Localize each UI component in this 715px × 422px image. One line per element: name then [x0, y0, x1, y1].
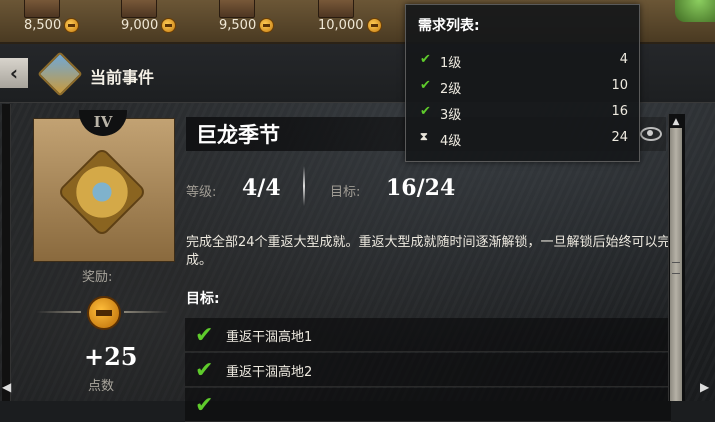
target-value: 16/24: [386, 175, 456, 201]
target-label: 目标:: [330, 185, 361, 200]
coin-icon: [161, 18, 177, 33]
requirement-count: 16: [611, 104, 628, 119]
goal-row[interactable]: ✔: [185, 388, 671, 422]
coin-icon: [259, 18, 275, 33]
checkmark-icon: ✔: [195, 393, 214, 418]
level-label: 等级:: [186, 185, 217, 200]
reward-unit: 点数: [88, 379, 115, 394]
level-value: 4/4: [242, 175, 281, 201]
cost-item[interactable]: 8,500: [24, 0, 80, 33]
requirement-count: 4: [619, 52, 628, 67]
requirement-level: 3级: [440, 108, 462, 123]
chest-icon: [121, 0, 157, 18]
eye-icon[interactable]: [640, 127, 662, 141]
goal-row[interactable]: ✔ 重返干涸高地2: [185, 353, 671, 387]
cost-value: 8,500: [24, 18, 62, 33]
cost-value: 10,000: [318, 18, 364, 33]
chest-icon: [219, 0, 255, 18]
coin-icon: [64, 18, 80, 33]
cost-item[interactable]: 9,500: [219, 0, 275, 33]
cost-value: 9,000: [121, 18, 159, 33]
reward-value: +25: [84, 342, 138, 371]
requirements-tooltip: 需求列表: ✔ 1级 4 ✔ 2级 10 ✔ 3级 16 ⧗ 4级 24: [405, 4, 640, 162]
divider: [303, 166, 305, 206]
scroll-up-arrow-icon[interactable]: ▲: [670, 116, 682, 128]
goals-heading: 目标:: [186, 291, 220, 307]
event-description: 完成全部24个重返大型成就。重返大型成就随时间逐渐解锁，一旦解锁后始终可以完成。: [186, 235, 671, 268]
checkmark-icon: ✔: [420, 104, 431, 119]
requirement-row: ✔ 2级 10: [418, 77, 630, 97]
reward-label: 奖励:: [82, 270, 113, 285]
coin-icon: [87, 296, 121, 330]
goal-label: 重返干涸高地1: [226, 330, 313, 345]
requirement-row: ✔ 1级 4: [418, 51, 630, 71]
cost-item[interactable]: 10,000: [318, 0, 382, 33]
hourglass-icon: ⧗: [420, 130, 428, 143]
scroll-right-arrow-icon[interactable]: ▶: [700, 380, 709, 394]
requirement-level: 4级: [440, 134, 462, 149]
requirement-count: 24: [611, 130, 628, 145]
page-title: 当前事件: [90, 68, 155, 87]
requirement-row: ⧗ 4级 24: [418, 129, 630, 149]
goal-row[interactable]: ✔ 重返干涸高地1: [185, 318, 671, 352]
chest-icon: [24, 0, 60, 18]
map-icon[interactable]: [675, 0, 715, 22]
left-scrollbar[interactable]: [2, 104, 11, 401]
checkmark-icon: ✔: [195, 358, 214, 383]
checkmark-icon: ✔: [420, 52, 431, 67]
divider: [124, 311, 169, 313]
goal-label: 重返干涸高地2: [226, 365, 313, 380]
back-button[interactable]: ‹: [0, 58, 28, 88]
event-title: 巨龙季节: [196, 123, 280, 147]
scrollbar-grip-icon: [672, 262, 680, 274]
cost-item[interactable]: 9,000: [121, 0, 177, 33]
requirement-level: 1级: [440, 56, 462, 71]
requirement-row: ✔ 3级 16: [418, 103, 630, 123]
tooltip-title: 需求列表:: [418, 18, 480, 34]
coin-icon: [366, 18, 382, 33]
requirement-level: 2级: [440, 82, 462, 97]
divider: [36, 311, 81, 313]
scroll-left-arrow-icon[interactable]: ◀: [2, 380, 11, 394]
event-icon: [37, 51, 83, 97]
checkmark-icon: ✔: [195, 323, 214, 348]
cost-value: 9,500: [219, 18, 257, 33]
checkmark-icon: ✔: [420, 78, 431, 93]
chest-icon: [318, 0, 354, 18]
requirement-count: 10: [611, 78, 628, 93]
